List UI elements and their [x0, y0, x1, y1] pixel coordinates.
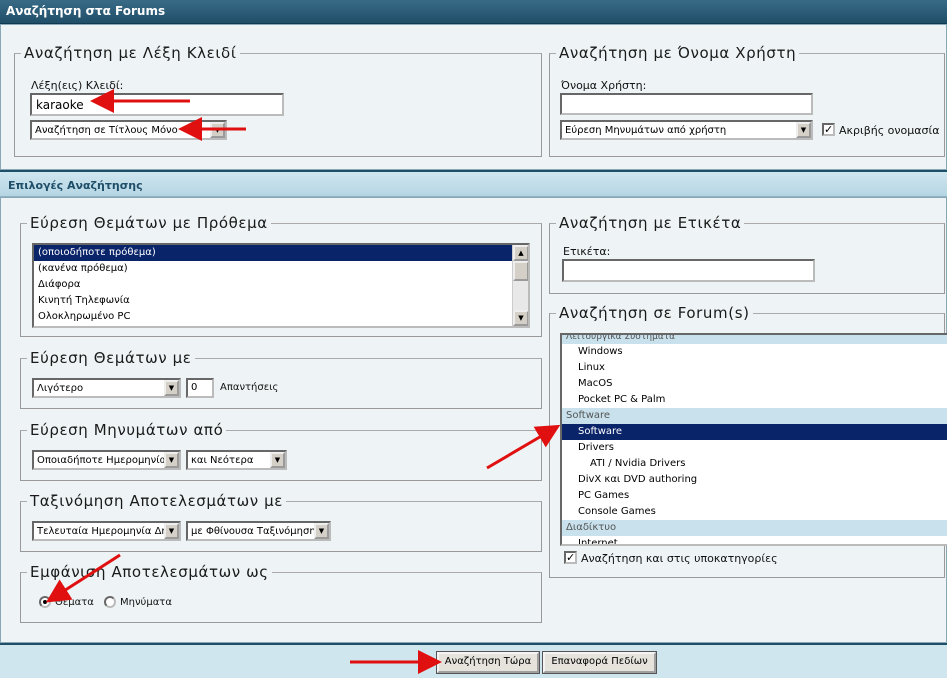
arrow-show-as — [45, 553, 121, 603]
arrow-forum — [486, 424, 561, 470]
annotation-arrows — [45, 89, 561, 674]
